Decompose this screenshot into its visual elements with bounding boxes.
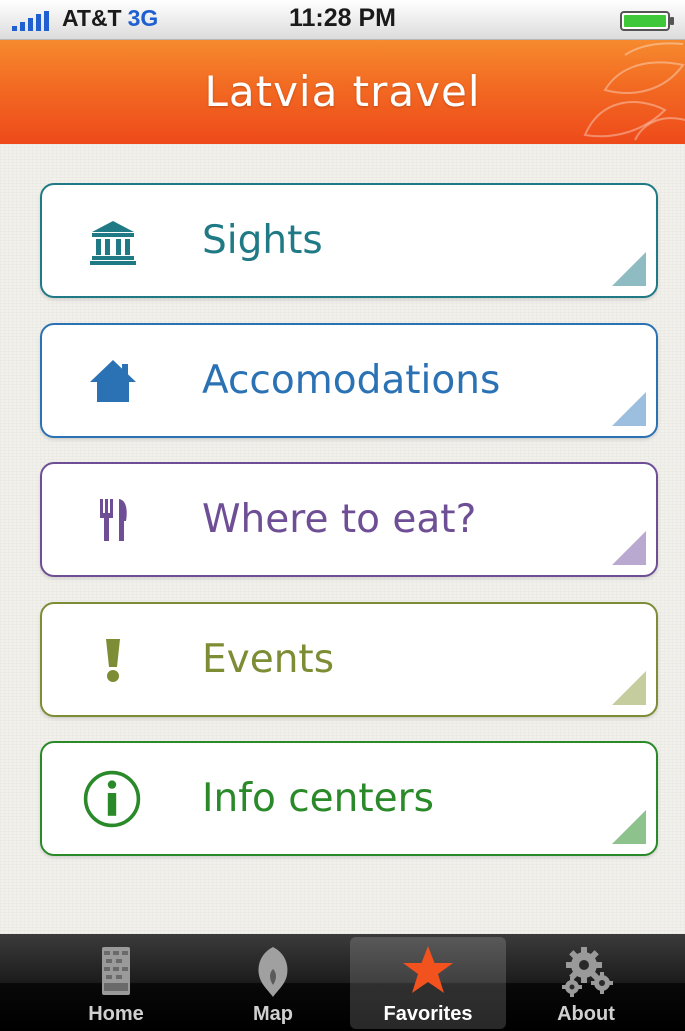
menu-label-info-centers: Info centers <box>202 776 435 821</box>
menu-label-events: Events <box>202 637 335 682</box>
events-button[interactable]: Events <box>40 602 658 717</box>
where-to-eat-button[interactable]: Where to eat? <box>40 462 658 577</box>
status-bar: AT&T 3G 11:28 PM <box>0 0 685 40</box>
tab-bar: Home Map Favorites About <box>0 934 685 1031</box>
corner-triangle-icon <box>612 392 646 426</box>
menu-label-sights: Sights <box>202 218 323 263</box>
house-icon <box>90 360 136 402</box>
corner-triangle-icon <box>612 531 646 565</box>
bank-icon <box>90 221 136 265</box>
accomodations-button[interactable]: Accomodations <box>40 323 658 438</box>
star-icon <box>403 946 453 993</box>
corner-triangle-icon <box>612 810 646 844</box>
corner-triangle-icon <box>612 671 646 705</box>
sights-button[interactable]: Sights <box>40 183 658 298</box>
map-pin-icon <box>258 947 288 997</box>
tab-label-home: Home <box>88 1003 144 1025</box>
info-icon <box>83 770 141 828</box>
menu-label-accomodations: Accomodations <box>202 358 501 403</box>
tab-label-favorites: Favorites <box>383 1003 473 1025</box>
status-time: 11:28 PM <box>288 4 396 32</box>
exclamation-icon <box>106 639 120 682</box>
battery-full-icon <box>620 11 674 31</box>
tab-home[interactable]: Home <box>38 937 194 1029</box>
tab-map[interactable]: Map <box>195 937 351 1029</box>
tab-label-map: Map <box>253 1003 293 1025</box>
menu-label-where-to-eat: Where to eat? <box>202 497 477 542</box>
gears-icon <box>562 947 613 997</box>
tab-label-about: About <box>557 1003 615 1025</box>
fork-knife-icon <box>100 499 127 541</box>
info-centers-button[interactable]: Info centers <box>40 741 658 856</box>
tab-favorites[interactable]: Favorites <box>350 937 506 1029</box>
app-header: Latvia travel <box>0 40 685 144</box>
page-title: Latvia travel <box>204 67 481 116</box>
home-pattern-icon <box>102 947 130 995</box>
tab-about[interactable]: About <box>508 937 664 1029</box>
corner-triangle-icon <box>612 252 646 286</box>
